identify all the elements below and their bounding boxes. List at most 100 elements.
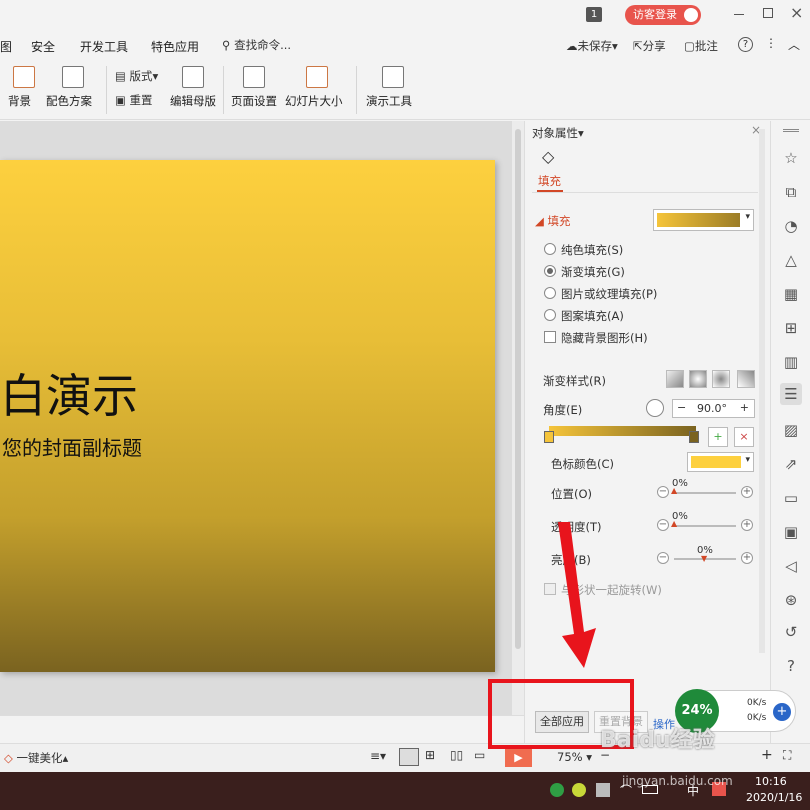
layout-button[interactable]: ▤ 版式▾ [115, 68, 158, 84]
brightness-increment[interactable]: + [741, 552, 753, 564]
fill-section-header[interactable]: ◢ 填充 [535, 213, 571, 229]
window-count-badge[interactable]: 1 [586, 7, 602, 22]
slide-subtitle[interactable]: 您的封面副标题 [2, 432, 142, 461]
radio-picture[interactable] [544, 287, 556, 299]
background-button[interactable]: 背景 [8, 93, 31, 109]
position-decrement[interactable]: − [657, 486, 669, 498]
transparency-slider[interactable] [674, 525, 736, 527]
chart-icon[interactable]: ▥ [780, 351, 802, 373]
transparency-increment[interactable]: + [741, 519, 753, 531]
add-stop-icon[interactable]: + [708, 427, 728, 447]
share-button[interactable]: ⇱分享 [633, 38, 666, 54]
gradient-style-linear[interactable] [666, 370, 684, 388]
gradient-preview-dropdown[interactable]: ▾ [653, 209, 754, 231]
panel-header[interactable]: 对象属性▾ [532, 125, 584, 141]
fit-window-icon[interactable]: ⛶ [783, 748, 791, 763]
app-icon-gray[interactable] [596, 783, 610, 797]
pyramid-icon[interactable]: △ [780, 249, 802, 271]
color-scheme-button[interactable]: 配色方案 [46, 93, 92, 109]
slide[interactable]: 白演示 您的封面副标题 [0, 160, 495, 672]
option-pattern-fill[interactable]: 图案填充(A) [561, 308, 624, 324]
option-picture-fill[interactable]: 图片或纹理填充(P) [561, 286, 657, 302]
collapse-ribbon-icon[interactable]: ︿ [788, 36, 800, 53]
tab-fill[interactable]: 填充 [538, 173, 561, 189]
page-setup-button[interactable]: 页面设置 [231, 93, 277, 109]
play-slideshow-button[interactable]: ▶ [505, 748, 532, 767]
radio-pattern[interactable] [544, 309, 556, 321]
menu-item-special[interactable]: 特色应用 [151, 38, 199, 55]
slide-size-button[interactable]: 幻灯片大小 [285, 93, 343, 109]
search-input[interactable]: 查找命令... [234, 38, 291, 52]
option-gradient-fill[interactable]: 渐变填充(G) [561, 264, 625, 280]
export-icon[interactable]: ⇗ [780, 453, 802, 475]
grid-icon[interactable]: ⊞ [780, 317, 802, 339]
transparency-decrement[interactable]: − [657, 519, 669, 531]
gradient-stop-left[interactable] [544, 431, 554, 443]
beautify-button[interactable]: ◇ 一键美化▴ [4, 750, 68, 766]
audio-icon[interactable]: ◁ [780, 555, 802, 577]
comment-button[interactable]: ▢批注 [684, 38, 718, 54]
present-tools-button[interactable]: 演示工具 [366, 93, 412, 109]
visitor-login-button[interactable]: 访客登录 [625, 5, 701, 25]
properties-icon[interactable]: ☰ [780, 383, 802, 405]
angle-increment[interactable]: + [740, 401, 749, 414]
option-solid-fill[interactable]: 纯色填充(S) [561, 242, 623, 258]
restore-icon[interactable] [763, 8, 773, 18]
present-icon[interactable]: ▭ [474, 748, 485, 762]
help-icon[interactable]: ? [738, 37, 753, 52]
radio-gradient[interactable] [544, 265, 556, 277]
normal-view-icon[interactable] [399, 748, 419, 766]
picture-icon[interactable]: ▨ [780, 419, 802, 441]
angle-stepper[interactable]: − 90.0° + [672, 399, 755, 418]
angle-value[interactable]: 90.0° [697, 402, 727, 415]
panel-scrollbar[interactable] [759, 129, 765, 653]
more-icon[interactable]: ⋮ [765, 36, 777, 50]
brightness-decrement[interactable]: − [657, 552, 669, 564]
zoom-in-icon[interactable]: + [761, 747, 773, 763]
reset-button[interactable]: ▣ 重置 [115, 92, 153, 108]
sorter-view-icon[interactable]: ⊞ [425, 748, 435, 762]
boost-icon[interactable]: + [773, 703, 791, 721]
zoom-level[interactable]: 75% ▾ [557, 750, 592, 764]
angle-decrement[interactable]: − [677, 401, 686, 414]
gradient-style-path[interactable] [737, 370, 755, 388]
gradient-style-rect[interactable] [712, 370, 730, 388]
history-icon[interactable]: ↺ [780, 621, 802, 643]
position-slider[interactable] [674, 492, 736, 494]
edit-master-button[interactable]: 编辑母版 [170, 93, 216, 109]
menu-item-security[interactable]: 安全 [31, 38, 55, 55]
app-icon-plus[interactable] [572, 783, 586, 797]
menu-item-image[interactable]: 图 [0, 38, 12, 55]
slide-title[interactable]: 白演示 [0, 360, 138, 426]
table-icon[interactable]: ▦ [780, 283, 802, 305]
minimize-icon[interactable] [734, 14, 744, 15]
vertical-scrollbar[interactable] [512, 121, 524, 715]
archive-icon[interactable]: ▭ [780, 487, 802, 509]
copy-icon[interactable]: ⧉ [780, 181, 802, 203]
gradient-style-radial[interactable] [689, 370, 707, 388]
remove-stop-icon[interactable]: × [734, 427, 754, 447]
hide-bg-checkbox[interactable] [544, 331, 556, 343]
sidebar-collapse-icon[interactable] [783, 129, 799, 132]
image-icon[interactable]: ▣ [780, 521, 802, 543]
animation-icon[interactable]: ⊛ [780, 589, 802, 611]
stop-color-dropdown[interactable]: ▾ [687, 452, 754, 472]
notes-toggle-icon[interactable]: ≡▾ [370, 749, 386, 763]
search-command[interactable]: ⚲ 查找命令... [222, 37, 291, 53]
clock-time[interactable]: 10:16 [755, 775, 787, 788]
app-icon-green[interactable] [550, 783, 564, 797]
shapes-icon[interactable]: ◔ [780, 215, 802, 237]
position-increment[interactable]: + [741, 486, 753, 498]
help-circle-icon[interactable]: ? [780, 655, 802, 677]
gradient-bar[interactable] [549, 426, 696, 436]
clock-date[interactable]: 2020/1/16 [746, 791, 802, 804]
menu-item-devtools[interactable]: 开发工具 [80, 38, 128, 55]
hide-bg-label[interactable]: 隐藏背景图形(H) [561, 330, 648, 346]
reading-view-icon[interactable]: ▯▯ [450, 748, 463, 762]
save-status[interactable]: ☁未保存▾ [566, 38, 618, 54]
star-icon[interactable]: ☆ [780, 147, 802, 169]
radio-solid[interactable] [544, 243, 556, 255]
angle-dial[interactable] [646, 399, 664, 417]
close-icon[interactable]: × [790, 3, 803, 22]
notes-area[interactable] [0, 715, 524, 743]
